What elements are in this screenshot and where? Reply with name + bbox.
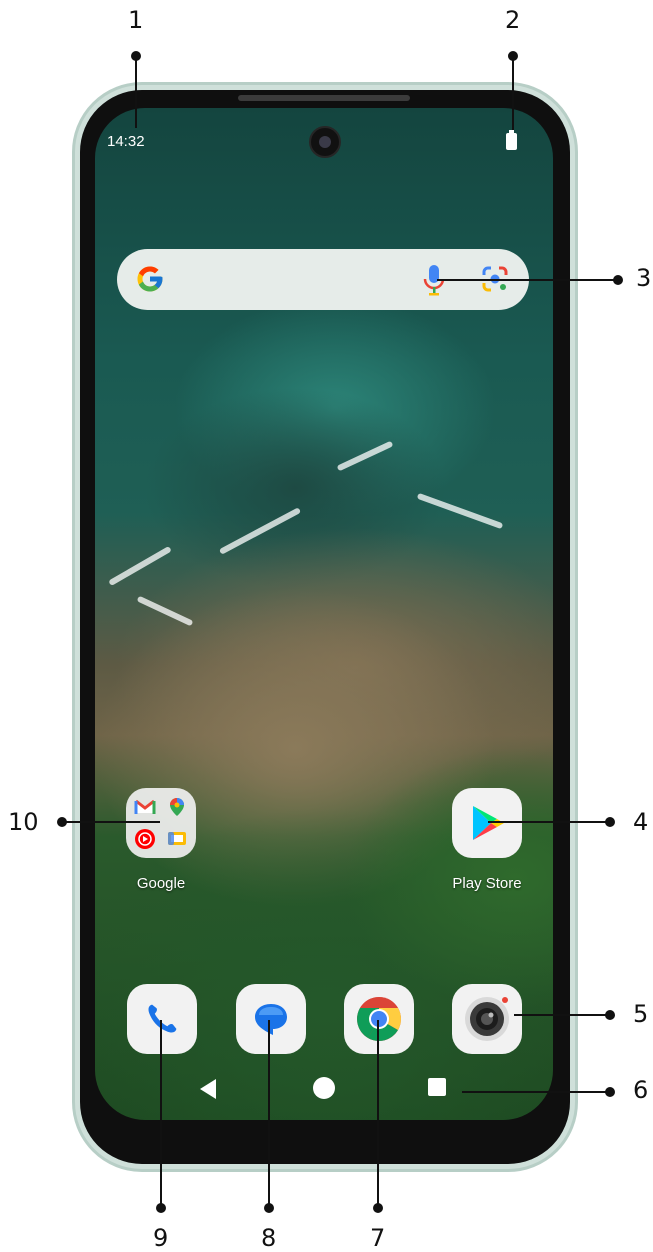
youtube-music-icon — [135, 829, 155, 849]
wallpaper-wave — [336, 440, 394, 472]
back-icon[interactable] — [200, 1079, 216, 1099]
callout-dot — [613, 275, 623, 285]
callout-8: 8 — [261, 1224, 277, 1252]
home-icon[interactable] — [313, 1077, 335, 1099]
callout-line — [437, 279, 618, 281]
maps-icon — [170, 798, 184, 816]
callout-dot — [264, 1203, 274, 1213]
callout-line — [488, 821, 610, 823]
wallpaper-wave — [108, 545, 172, 587]
chrome-icon — [357, 997, 401, 1041]
wallpaper-wave — [136, 595, 194, 627]
callout-line — [268, 1020, 270, 1208]
callout-4: 4 — [633, 808, 649, 836]
wallpaper-wave — [416, 492, 504, 530]
callout-2: 2 — [505, 6, 521, 34]
callout-line — [135, 56, 137, 128]
google-g-icon — [137, 266, 163, 292]
callout-line — [62, 821, 160, 823]
callout-line — [462, 1091, 610, 1093]
callout-line — [512, 56, 514, 130]
callout-dot — [156, 1203, 166, 1213]
google-folder[interactable] — [126, 788, 196, 858]
phone-app[interactable] — [127, 984, 197, 1054]
play-store-app[interactable] — [452, 788, 522, 858]
callout-line — [160, 1020, 162, 1208]
messages-icon — [255, 1004, 287, 1035]
callout-5: 5 — [633, 1000, 649, 1028]
battery-icon — [506, 130, 517, 150]
callout-7: 7 — [370, 1224, 386, 1252]
callout-line — [514, 1014, 610, 1016]
callout-dot — [373, 1203, 383, 1213]
front-camera — [309, 126, 341, 158]
play-store-icon — [473, 806, 504, 840]
callout-dot — [605, 1010, 615, 1020]
phone-icon — [148, 1004, 177, 1033]
callout-1: 1 — [128, 6, 144, 34]
messages-app[interactable] — [236, 984, 306, 1054]
play-store-label: Play Store — [452, 875, 522, 892]
wallpaper-wave — [218, 507, 302, 555]
callout-3: 3 — [636, 264, 652, 292]
callout-9: 9 — [153, 1224, 169, 1252]
google-tv-icon — [168, 832, 186, 845]
callout-10: 10 — [8, 808, 39, 836]
status-time: 14:32 — [107, 133, 145, 150]
camera-icon — [465, 997, 509, 1041]
camera-app[interactable] — [452, 984, 522, 1054]
chrome-app[interactable] — [344, 984, 414, 1054]
google-folder-label: Google — [136, 875, 186, 892]
gmail-icon — [134, 799, 156, 814]
callout-line — [377, 1020, 379, 1208]
recents-icon[interactable] — [428, 1078, 446, 1096]
earpiece-speaker — [238, 95, 410, 101]
callout-6: 6 — [633, 1076, 649, 1104]
callout-dot — [605, 817, 615, 827]
callout-dot — [605, 1087, 615, 1097]
